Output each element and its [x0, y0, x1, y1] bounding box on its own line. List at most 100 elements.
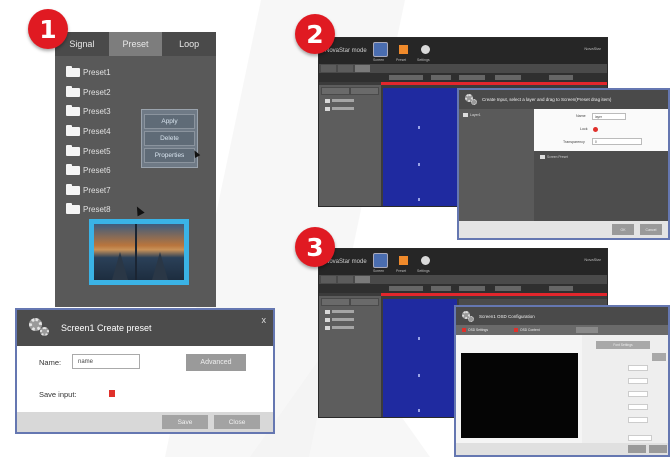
pier-shape — [152, 252, 168, 280]
home-icon[interactable] — [396, 42, 411, 57]
input-sidebar — [319, 296, 381, 417]
save-button[interactable]: Save — [162, 415, 208, 429]
menu-item-apply[interactable]: Apply — [144, 114, 195, 129]
tool-group[interactable] — [431, 75, 451, 80]
dialog-footer: OK Cancel — [459, 221, 668, 238]
input-source-item[interactable] — [325, 309, 381, 314]
window-title: NovaStar — [584, 257, 601, 262]
canvas-marker — [418, 337, 420, 340]
checkbox-icon[interactable] — [109, 390, 115, 397]
transparency-input[interactable]: 0 — [592, 138, 642, 145]
property-input[interactable] — [628, 404, 648, 410]
sidebar-tabs[interactable] — [321, 298, 379, 306]
ok-button[interactable]: OK — [612, 224, 634, 235]
osd-properties: Font Settings — [582, 335, 668, 443]
tool-group[interactable] — [495, 75, 521, 80]
screen-canvas[interactable] — [383, 299, 457, 417]
tool-group[interactable] — [431, 286, 451, 291]
name-input[interactable]: layer — [592, 113, 626, 120]
advanced-button[interactable]: Advanced — [186, 354, 246, 371]
toolbar-label: Screen — [373, 58, 385, 62]
cancel-button[interactable]: Cancel — [640, 224, 662, 235]
folder-icon — [66, 66, 80, 78]
tool-group[interactable] — [459, 75, 485, 80]
dialog-header: Screen1 Create preset x — [17, 310, 273, 346]
app-tab[interactable] — [355, 65, 370, 72]
preset-label: Preset2 — [83, 87, 111, 97]
name-input[interactable]: name — [72, 354, 140, 369]
property-input[interactable] — [628, 378, 648, 384]
font-settings-button[interactable]: Font Settings — [596, 341, 650, 349]
app-tab[interactable] — [321, 65, 336, 72]
home-icon[interactable] — [396, 253, 411, 268]
preview-image — [94, 224, 184, 280]
gears-icon — [29, 318, 51, 338]
tool-group[interactable] — [389, 75, 423, 80]
timeline-bar — [381, 82, 607, 85]
property-input[interactable] — [628, 365, 648, 371]
tool-group[interactable] — [389, 286, 423, 291]
dialog-header: Screen1 OSD Configuration — [456, 307, 668, 325]
input-sidebar — [319, 85, 381, 206]
tool-group[interactable] — [549, 75, 573, 80]
preset-label: Preset5 — [83, 146, 111, 156]
app-tab[interactable] — [355, 276, 370, 283]
tab-osd-content[interactable]: OSD Content — [514, 327, 540, 333]
input-source-item[interactable] — [325, 106, 381, 111]
property-input[interactable] — [628, 435, 652, 441]
window-title: NovaStar — [584, 46, 601, 51]
save-input-label: Save input: — [39, 390, 77, 399]
checkbox-icon — [514, 328, 518, 332]
tool-group[interactable] — [495, 286, 521, 291]
tab-preset[interactable]: Preset — [108, 32, 163, 56]
app-tab[interactable] — [338, 65, 353, 72]
close-icon[interactable]: x — [262, 315, 267, 325]
app-tab[interactable] — [321, 276, 336, 283]
lock-icon[interactable] — [593, 127, 598, 132]
screen-canvas[interactable] — [383, 88, 457, 206]
folder-icon — [66, 125, 80, 137]
folder-icon — [66, 203, 80, 215]
step-2-badge: 2 — [295, 14, 335, 54]
app-tabbar — [319, 275, 607, 284]
cancel-button[interactable] — [649, 445, 667, 453]
input-source-item[interactable] — [325, 325, 381, 330]
dialog-title: Create Input, select a layer and drag to… — [482, 97, 612, 102]
preset-item[interactable]: Preset2 — [66, 83, 216, 103]
folder-icon — [66, 164, 80, 176]
option-button[interactable] — [652, 353, 666, 361]
folder-icon — [463, 113, 468, 117]
close-button[interactable]: Close — [214, 415, 260, 429]
sidebar-tabs[interactable] — [321, 87, 379, 95]
canvas-marker — [418, 163, 420, 166]
transparency-label: Transparency — [563, 140, 585, 144]
screen-icon[interactable] — [373, 253, 388, 268]
name-label: Name — [576, 114, 586, 118]
tool-group[interactable] — [549, 286, 573, 291]
globe-icon[interactable] — [418, 253, 433, 268]
ok-button[interactable] — [628, 445, 646, 453]
menu-item-delete[interactable]: Delete — [144, 131, 195, 146]
property-input[interactable] — [628, 391, 648, 397]
tool-group[interactable] — [459, 286, 485, 291]
screen-icon[interactable] — [373, 42, 388, 57]
menu-item-properties[interactable]: Properties — [144, 148, 195, 163]
globe-icon[interactable] — [418, 42, 433, 57]
preset-thumbnail[interactable] — [89, 219, 189, 285]
preset-item[interactable]: Preset7 — [66, 181, 216, 201]
tab-button[interactable] — [576, 327, 598, 333]
app-tab[interactable] — [338, 276, 353, 283]
divider — [135, 224, 138, 280]
checkbox-icon — [462, 328, 466, 332]
screen-label: Screen Preset — [547, 155, 568, 159]
layer-list-item[interactable]: Layer1 — [463, 113, 534, 117]
tab-loop[interactable]: Loop — [162, 32, 216, 56]
input-source-item[interactable] — [325, 98, 381, 103]
tab-osd-settings[interactable]: OSD Settings — [462, 327, 488, 333]
input-source-item[interactable] — [325, 317, 381, 322]
preset-item[interactable]: Preset1 — [66, 63, 216, 83]
layout-toolbar — [319, 73, 607, 82]
osd-preview — [461, 353, 578, 438]
screen-item[interactable]: Screen Preset — [540, 155, 668, 159]
property-input[interactable] — [628, 417, 648, 423]
